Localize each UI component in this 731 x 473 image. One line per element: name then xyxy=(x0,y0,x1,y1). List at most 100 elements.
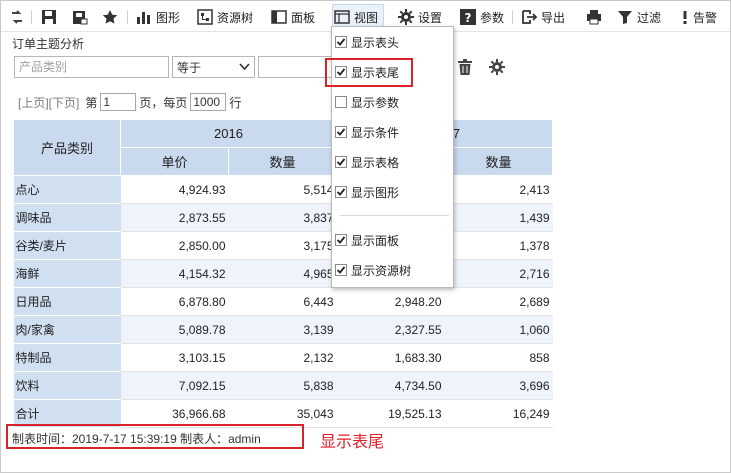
view-icon xyxy=(334,10,350,24)
save-icon xyxy=(42,10,56,24)
value-cell: 3,103.15 xyxy=(120,343,229,372)
panel-icon xyxy=(271,10,287,24)
resource-tree-button[interactable]: 资源树 xyxy=(197,6,253,28)
check-icon xyxy=(336,158,346,166)
filter-field-input[interactable] xyxy=(14,56,169,78)
category-cell: 特制品 xyxy=(13,343,121,372)
gear-icon xyxy=(398,9,414,25)
filter-value-input[interactable] xyxy=(258,56,332,78)
page-number-input[interactable]: 1 xyxy=(100,93,137,111)
checkbox-checked[interactable] xyxy=(335,186,347,198)
view-button[interactable]: 视图 xyxy=(334,6,378,28)
prev-page-link[interactable]: [上页] xyxy=(18,94,49,111)
value-cell: 1,378 xyxy=(444,231,553,260)
check-icon xyxy=(336,266,346,274)
checkbox-checked[interactable] xyxy=(335,264,347,276)
svg-text:?: ? xyxy=(465,11,472,25)
value-cell: 3,139 xyxy=(228,315,337,344)
value-cell: 2,413 xyxy=(444,175,553,204)
refresh-icon xyxy=(12,10,22,24)
filter-field-text[interactable] xyxy=(15,57,168,77)
checkbox-checked[interactable] xyxy=(335,36,347,48)
row-header-category: 产品类别 xyxy=(13,119,121,176)
value-cell: 3,175 xyxy=(228,231,337,260)
menu-item-show-header[interactable]: 显示表头 xyxy=(335,31,399,53)
menu-item-label: 显示参数 xyxy=(351,95,400,110)
value-cell: 1,060 xyxy=(444,315,553,344)
value-cell: 1,683.30 xyxy=(336,343,445,372)
column-header-year: 2016 xyxy=(119,119,338,148)
page-prefix: 第 xyxy=(85,95,98,110)
rows-per-page-input[interactable]: 1000 xyxy=(190,93,227,111)
alert-button[interactable]: 告警 xyxy=(681,6,717,28)
value-cell: 2,850.00 xyxy=(120,231,229,260)
operator-select[interactable]: 等于 xyxy=(172,56,255,78)
value-cell: 4,965 xyxy=(228,259,337,288)
value-cell: 5,838 xyxy=(228,371,337,400)
parameters-button[interactable]: ? 参数 xyxy=(460,6,504,28)
settings-button[interactable]: 设置 xyxy=(398,6,442,28)
category-cell: 饮料 xyxy=(13,371,121,400)
menu-item-show-table[interactable]: 显示表格 xyxy=(335,151,399,173)
next-page-link[interactable]: [下页] xyxy=(49,94,80,111)
chart-button[interactable]: 图形 xyxy=(136,6,180,28)
toolbar-label: 导出 xyxy=(541,10,566,25)
menu-item-highlight-box xyxy=(325,58,413,87)
value-cell: 6,443 xyxy=(228,287,337,316)
menu-item-show-resource-tree[interactable]: 显示资源树 xyxy=(335,259,411,281)
help-icon: ? xyxy=(460,9,476,25)
checkbox-unchecked[interactable] xyxy=(335,96,347,108)
check-icon xyxy=(336,188,346,196)
menu-item-label: 显示图形 xyxy=(351,185,400,200)
chevron-down-icon xyxy=(239,63,250,71)
value-cell: 2,716 xyxy=(444,259,553,288)
favorite-button[interactable] xyxy=(102,6,118,28)
menu-item-show-params[interactable]: 显示参数 xyxy=(335,91,399,113)
report-title: 订单主题分析 xyxy=(12,37,85,51)
checkbox-checked[interactable] xyxy=(335,126,347,138)
toolbar-label: 参数 xyxy=(480,10,505,25)
menu-item-label: 显示表头 xyxy=(351,35,400,50)
panel-button[interactable]: 面板 xyxy=(271,6,315,28)
column-header-measure: 数量 xyxy=(227,147,338,176)
menu-item-show-panel[interactable]: 显示面板 xyxy=(335,229,399,251)
menu-divider xyxy=(340,215,449,216)
menu-item-show-conditions[interactable]: 显示条件 xyxy=(335,121,399,143)
save-button[interactable] xyxy=(41,6,57,28)
value-cell: 19,525.13 xyxy=(336,399,445,428)
print-button[interactable] xyxy=(586,6,602,28)
toolbar-label: 资源树 xyxy=(217,10,254,25)
settings-icon[interactable] xyxy=(489,59,505,75)
delete-icon[interactable] xyxy=(458,59,472,75)
menu-item-label: 显示表格 xyxy=(351,155,400,170)
value-cell: 2,689 xyxy=(444,287,553,316)
category-cell: 谷类/麦片 xyxy=(13,231,121,260)
favorite-icon xyxy=(102,10,118,24)
export-button[interactable]: 导出 xyxy=(521,6,565,28)
operator-value: 等于 xyxy=(177,60,202,75)
report-footer: 制表时间：2019-7-17 15:39:19 制表人：admin xyxy=(12,432,261,446)
value-cell: 3,837 xyxy=(228,203,337,232)
value-cell: 16,249 xyxy=(444,399,553,428)
value-cell: 2,327.55 xyxy=(336,315,445,344)
filter-icon xyxy=(618,11,632,24)
value-cell: 5,089.78 xyxy=(120,315,229,344)
refresh-button[interactable] xyxy=(9,6,25,28)
checkbox-checked[interactable] xyxy=(335,156,347,168)
report-table: 产品类别 2016 7 单价 数量 数量 点心 4,924.93 5,514 2… xyxy=(13,119,554,428)
toolbar-divider xyxy=(31,10,32,24)
alert-icon xyxy=(683,11,687,24)
filter-value-text[interactable] xyxy=(259,57,331,77)
category-cell: 日用品 xyxy=(13,287,121,316)
table-row: 调味品 2,873.55 3,837 1,439 xyxy=(13,203,553,232)
filter-button[interactable]: 过滤 xyxy=(617,6,661,28)
value-cell: 6,878.80 xyxy=(120,287,229,316)
save-as-button[interactable] xyxy=(72,6,88,28)
value-cell: 3,696 xyxy=(444,371,553,400)
value-cell: 7,092.15 xyxy=(120,371,229,400)
toolbar-label: 过滤 xyxy=(637,10,662,25)
pager: [上页] [下页] 第 1 页，每页 1000 行 xyxy=(18,93,241,111)
menu-item-show-chart[interactable]: 显示图形 xyxy=(335,181,399,203)
checkbox-checked[interactable] xyxy=(335,234,347,246)
value-cell: 4,734.50 xyxy=(336,371,445,400)
